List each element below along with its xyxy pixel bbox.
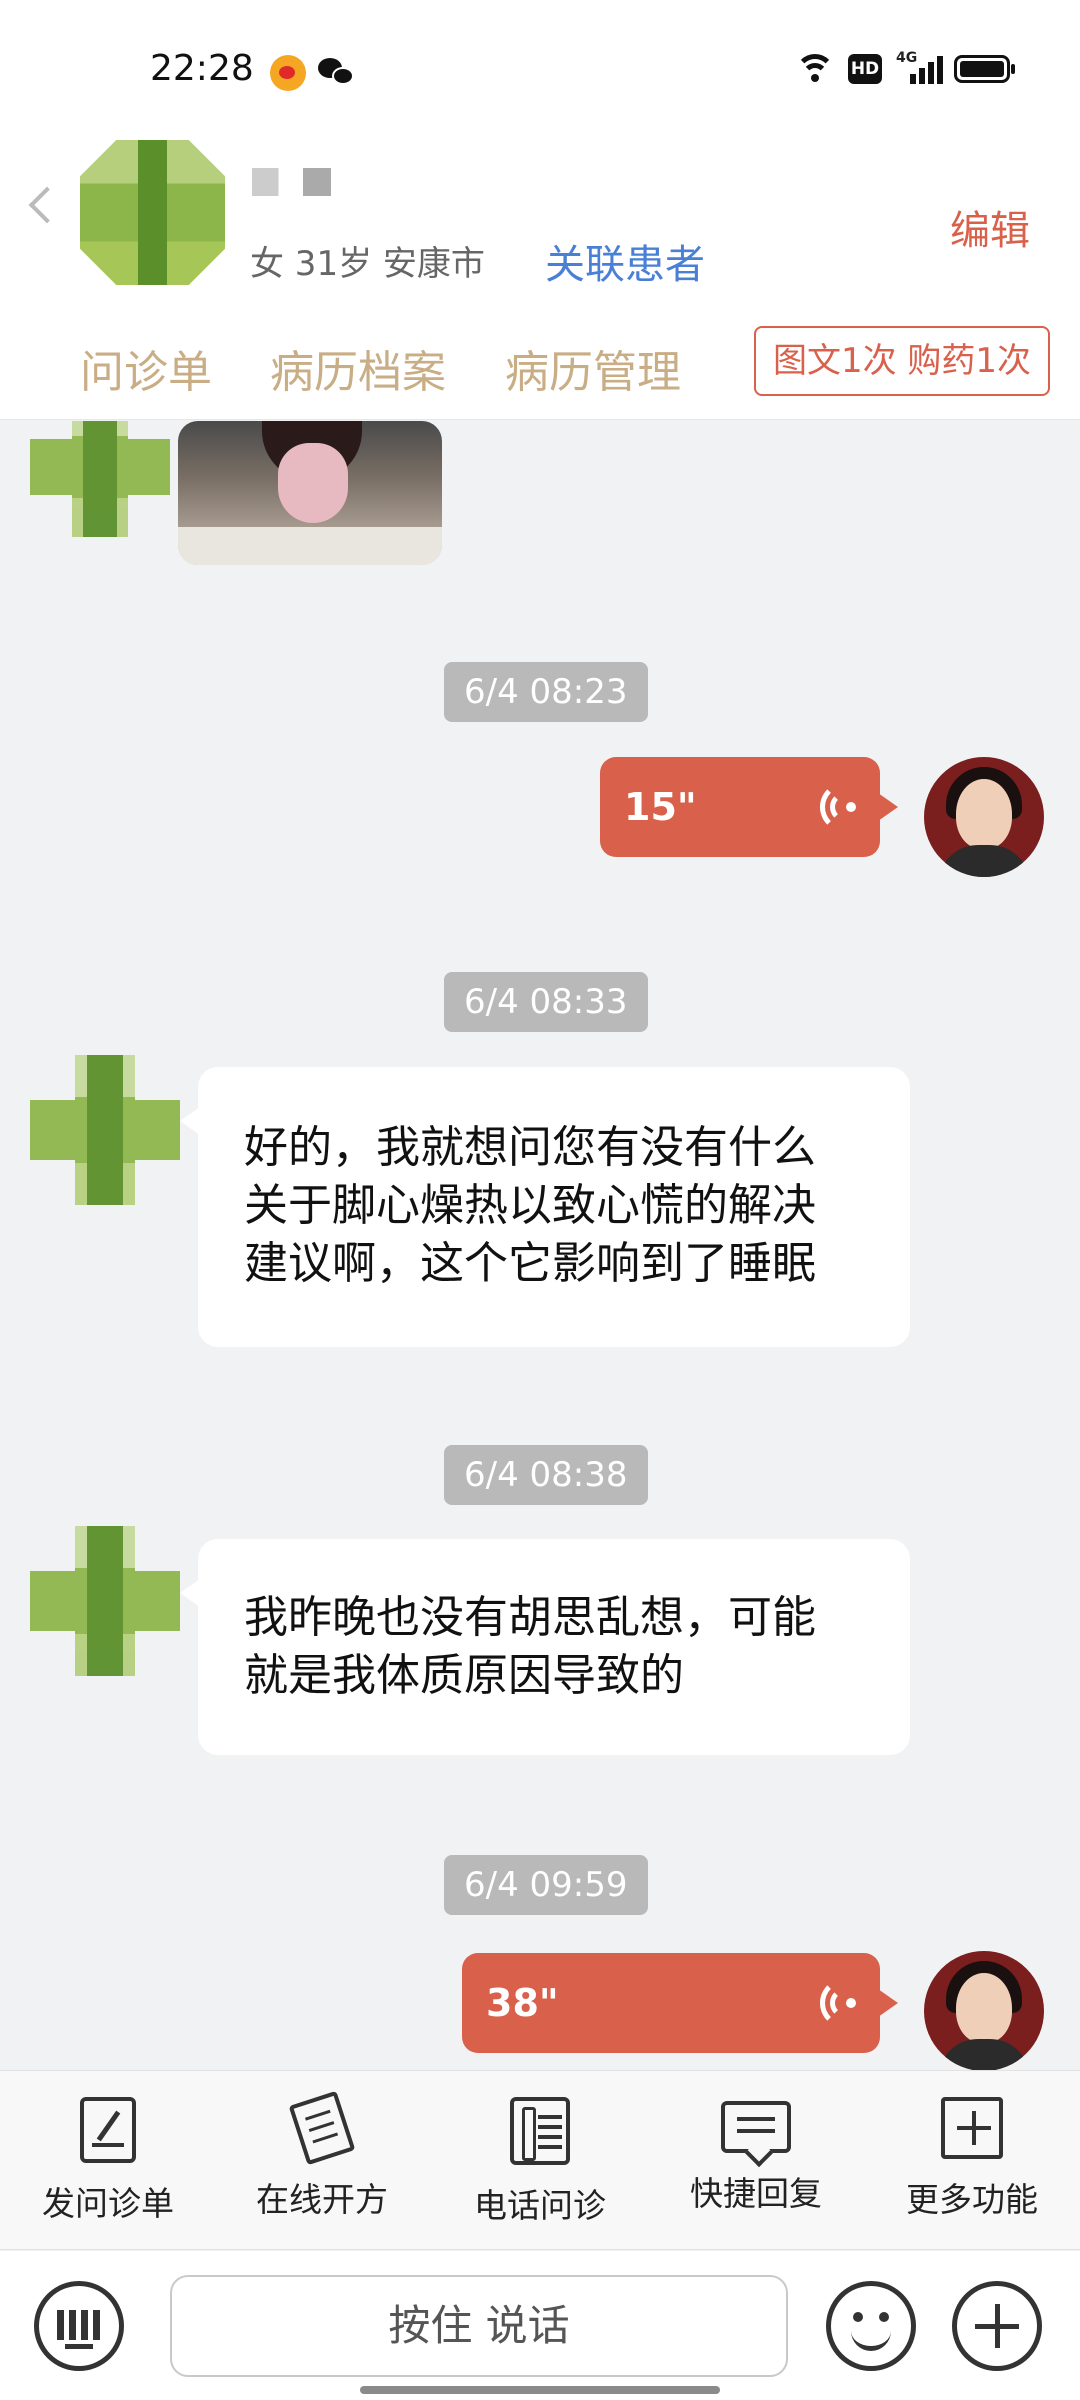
quick-reply-button[interactable]: 快捷回复 — [666, 2097, 846, 2215]
send-consultation-form-button[interactable]: 发问诊单 — [18, 2097, 198, 2225]
function-toolbar: 发问诊单 在线开方 电话问诊 快捷回复 更多功能 — [0, 2070, 1080, 2250]
patient-header: 女 31岁 安康市 关联患者 编辑 — [0, 140, 1080, 320]
more-icon — [941, 2097, 1003, 2159]
link-patient-button[interactable]: 关联患者 — [545, 232, 705, 290]
battery-icon — [954, 55, 1015, 83]
tool-label: 电话问诊 — [474, 2186, 606, 2225]
phone-icon — [510, 2097, 570, 2165]
quick-reply-icon — [721, 2101, 791, 2153]
patient-chat-avatar[interactable] — [30, 1526, 180, 1676]
weibo-icon — [270, 55, 306, 91]
patient-chat-avatar[interactable] — [30, 421, 170, 537]
phone-consultation-button[interactable]: 电话问诊 — [450, 2097, 630, 2227]
message-timestamp: 6/4 09:59 — [444, 1855, 648, 1915]
online-prescription-button[interactable]: 在线开方 — [232, 2090, 412, 2221]
input-bar: 按住 说话 — [0, 2251, 1080, 2400]
wechat-icon — [318, 56, 356, 88]
message-line: 我昨晚也没有胡思乱想，可能 — [244, 1592, 816, 1643]
message-line: 建议啊，这个它影响到了睡眠 — [244, 1238, 816, 1289]
more-functions-button[interactable]: 更多功能 — [882, 2097, 1062, 2221]
chat-area[interactable]: 6/4 08:23 15" 6/4 08:33 好的，我就想问您有没有什么 关于… — [0, 421, 1080, 2070]
doctor-avatar[interactable] — [924, 757, 1044, 877]
tool-label: 发问诊单 — [42, 2184, 174, 2223]
tool-label: 更多功能 — [906, 2180, 1038, 2219]
tab-bar: 问诊单 病历档案 病历管理 图文1次 购药1次 — [0, 320, 1080, 420]
message-timestamp: 6/4 08:38 — [444, 1445, 648, 1505]
back-arrow-icon[interactable] — [28, 186, 66, 224]
wifi-icon — [796, 54, 834, 84]
patient-avatar[interactable] — [80, 140, 225, 285]
service-count-badge: 图文1次 购药1次 — [754, 326, 1050, 396]
patient-info: 女 31岁 安康市 — [250, 244, 485, 284]
voice-wave-icon — [812, 782, 858, 832]
voice-duration: 15" — [624, 785, 697, 829]
voice-duration: 38" — [486, 1981, 559, 2025]
emoji-icon[interactable] — [826, 2281, 916, 2371]
hold-to-talk-button[interactable]: 按住 说话 — [170, 2275, 788, 2377]
keyboard-icon[interactable] — [34, 2281, 124, 2371]
tongue-photo-message[interactable] — [178, 421, 442, 565]
message-line: 关于脚心燥热以致心慌的解决 — [244, 1180, 816, 1231]
plus-icon[interactable] — [952, 2281, 1042, 2371]
text-message[interactable]: 我昨晚也没有胡思乱想，可能 就是我体质原因导致的 — [180, 1539, 910, 1755]
status-icons: HD 4G — [796, 50, 1015, 84]
status-time: 22:28 — [150, 48, 254, 89]
message-line: 好的，我就想问您有没有什么 — [244, 1122, 816, 1173]
edit-button[interactable]: 编辑 — [950, 198, 1030, 256]
network-label: 4G — [896, 50, 918, 66]
tool-label: 快捷回复 — [690, 2174, 822, 2213]
voice-wave-icon — [812, 1978, 858, 2028]
voice-message[interactable]: 15" — [600, 757, 898, 857]
patient-name-redacted — [252, 168, 340, 196]
text-message[interactable]: 好的，我就想问您有没有什么 关于脚心燥热以致心慌的解决 建议啊，这个它影响到了睡… — [180, 1067, 910, 1347]
home-indicator[interactable] — [360, 2386, 720, 2394]
tab-medical-records[interactable]: 病历档案 — [270, 336, 446, 400]
message-timestamp: 6/4 08:33 — [444, 972, 648, 1032]
message-line: 就是我体质原因导致的 — [244, 1650, 684, 1701]
message-timestamp: 6/4 08:23 — [444, 662, 648, 722]
voice-message[interactable]: 38" — [462, 1953, 898, 2053]
hd-icon: HD — [848, 54, 882, 84]
signal-4g-icon: 4G — [896, 50, 943, 84]
form-icon — [80, 2097, 136, 2163]
tool-label: 在线开方 — [256, 2180, 388, 2219]
doctor-avatar[interactable] — [924, 1951, 1044, 2070]
tab-consultation-form[interactable]: 问诊单 — [80, 336, 212, 400]
tab-record-management[interactable]: 病历管理 — [505, 336, 681, 400]
patient-chat-avatar[interactable] — [30, 1055, 180, 1205]
status-bar: 22:28 HD 4G — [0, 0, 1080, 140]
prescription-icon — [288, 2090, 356, 2166]
